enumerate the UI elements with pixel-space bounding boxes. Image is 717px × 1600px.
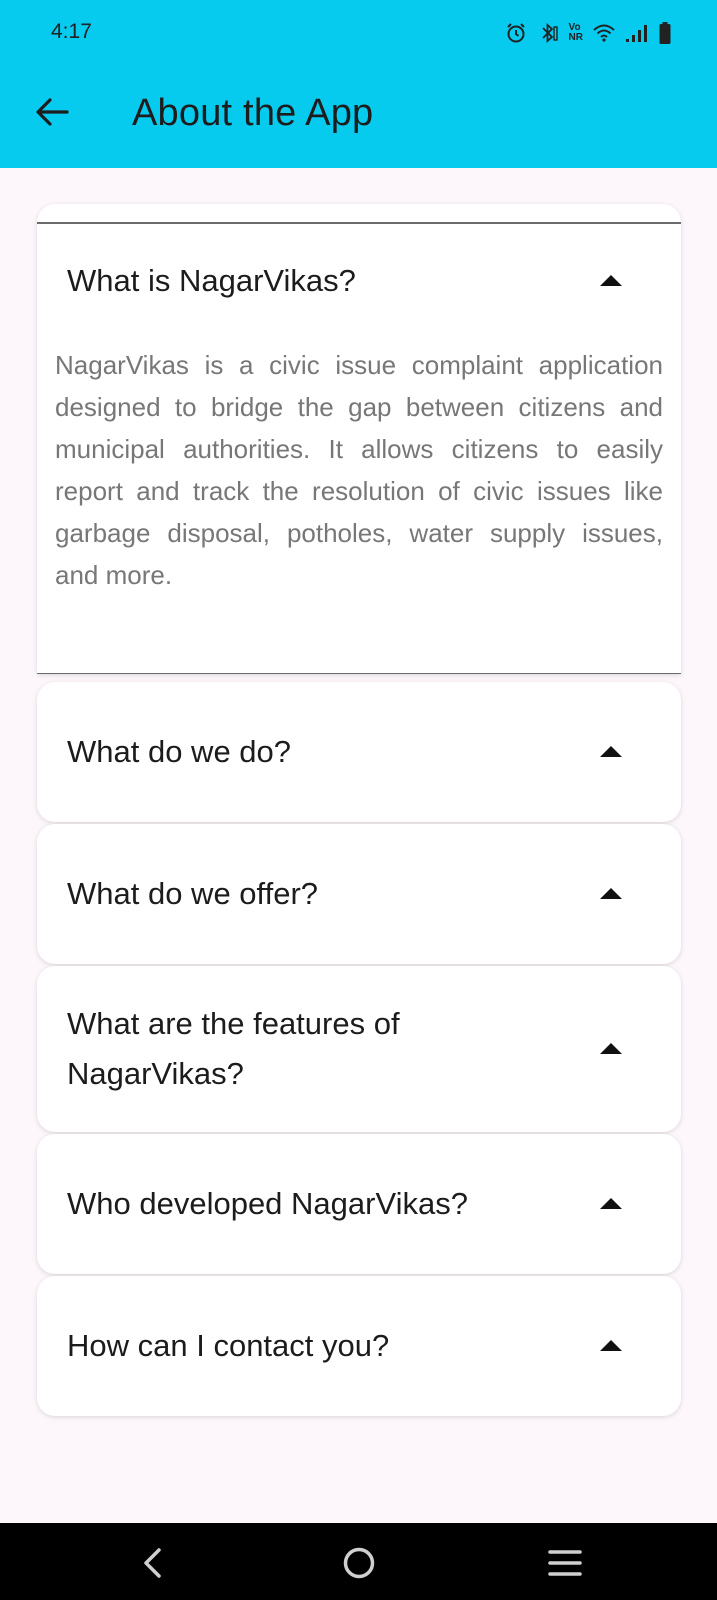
chevron-up-icon bbox=[600, 1340, 622, 1351]
volte-icon: Vo NR bbox=[569, 23, 583, 43]
status-bar: 4:17 Vo NR bbox=[0, 0, 717, 64]
battery-icon bbox=[659, 22, 671, 44]
faq-item-who-developed: Who developed NagarVikas? bbox=[37, 1134, 681, 1274]
faq-question: What do we do? bbox=[67, 734, 292, 769]
faq-question: What are the features of NagarVikas? bbox=[67, 1006, 400, 1091]
nav-recents-button[interactable] bbox=[543, 1541, 587, 1585]
chevron-up-icon bbox=[600, 746, 622, 757]
nav-home-button[interactable] bbox=[337, 1541, 381, 1585]
faq-header[interactable]: What is NagarVikas? bbox=[37, 204, 681, 340]
faq-header[interactable]: What do we offer? bbox=[37, 824, 681, 964]
faq-item-what-is: What is NagarVikas? NagarVikas is a civi… bbox=[37, 204, 681, 674]
back-button[interactable] bbox=[28, 88, 76, 136]
faq-item-what-do-we-do: What do we do? bbox=[37, 682, 681, 822]
chevron-up-icon bbox=[600, 888, 622, 899]
faq-question: Who developed NagarVikas? bbox=[67, 1186, 468, 1221]
nav-home-icon bbox=[343, 1547, 375, 1579]
arrow-left-icon bbox=[36, 98, 69, 126]
faq-question: What do we offer? bbox=[67, 876, 319, 911]
faq-header[interactable]: How can I contact you? bbox=[37, 1276, 681, 1416]
faq-header[interactable]: What are the features of NagarVikas? bbox=[37, 966, 681, 1132]
faq-answer: NagarVikas is a civic issue complaint ap… bbox=[55, 350, 663, 590]
app-bar: About the App bbox=[0, 64, 717, 168]
system-nav-bar bbox=[0, 1523, 717, 1600]
nav-recents-icon bbox=[548, 1550, 582, 1576]
faq-question: What is NagarVikas? bbox=[67, 263, 356, 298]
chevron-up-icon bbox=[600, 275, 622, 286]
faq-header[interactable]: Who developed NagarVikas? bbox=[37, 1134, 681, 1274]
nav-back-button[interactable] bbox=[130, 1541, 174, 1585]
bluetooth-icon bbox=[537, 22, 559, 44]
volte-text-bottom: NR bbox=[568, 32, 583, 43]
signal-icon bbox=[625, 23, 649, 43]
wifi-icon bbox=[593, 23, 615, 43]
faq-item-contact: How can I contact you? bbox=[37, 1276, 681, 1416]
faq-item-features: What are the features of NagarVikas? bbox=[37, 966, 681, 1132]
alarm-icon bbox=[505, 22, 527, 44]
faq-list: What is NagarVikas? NagarVikas is a civi… bbox=[37, 204, 681, 1416]
faq-item-what-do-we-offer: What do we offer? bbox=[37, 824, 681, 964]
faq-question: How can I contact you? bbox=[67, 1328, 390, 1363]
faq-header[interactable]: What do we do? bbox=[37, 682, 681, 822]
chevron-up-icon bbox=[600, 1043, 622, 1054]
page-title: About the App bbox=[132, 92, 374, 134]
status-icons: Vo NR bbox=[505, 20, 671, 46]
chevron-up-icon bbox=[600, 1198, 622, 1209]
nav-back-icon bbox=[144, 1548, 161, 1578]
status-time: 4:17 bbox=[51, 20, 92, 43]
